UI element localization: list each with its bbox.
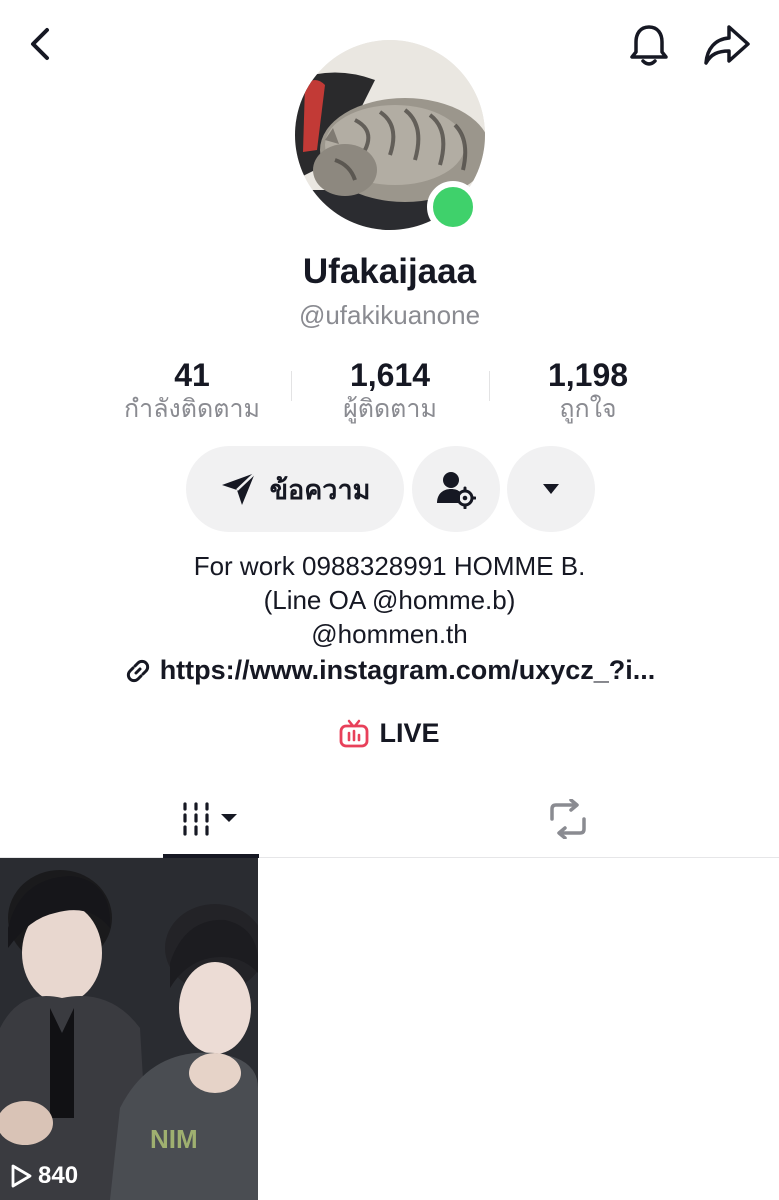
play-icon: [11, 1164, 32, 1188]
share-button[interactable]: [700, 20, 754, 70]
video-views: 840: [38, 1162, 79, 1189]
caret-down-icon: [221, 813, 237, 822]
video-thumbnail[interactable]: NIM 840: [0, 858, 258, 1200]
more-options-button[interactable]: [507, 446, 595, 532]
display-name: Ufakaijaaa: [302, 252, 477, 291]
link-icon: [126, 659, 149, 682]
caret-down-icon: [543, 484, 559, 494]
repost-icon: [550, 798, 586, 839]
friend-settings-button[interactable]: [412, 446, 500, 532]
stat-followers[interactable]: 1,614 ผู้ติดตาม: [290, 356, 490, 424]
send-icon: [221, 472, 256, 505]
notifications-button[interactable]: [624, 20, 674, 70]
friend-settings-icon: [437, 472, 476, 509]
stat-likes[interactable]: 1,198 ถูกใจ: [488, 356, 688, 424]
online-status-indicator: [427, 181, 479, 233]
stat-following-label: กำลังติดตาม: [124, 395, 260, 423]
live-entry[interactable]: LIVE: [0, 718, 779, 749]
username-handle: @ufakikuanone: [298, 300, 481, 330]
live-tv-icon: [340, 719, 369, 747]
tab-reposts[interactable]: [520, 780, 616, 857]
message-button-label: ข้อความ: [269, 474, 371, 505]
bio-line[interactable]: @hommen.th: [0, 617, 779, 651]
stat-following[interactable]: 41 กำลังติดตาม: [92, 356, 292, 424]
profile-link[interactable]: https://www.instagram.com/uxycz_?i...: [0, 655, 779, 686]
bio-line: For work 0988328991 HOMME B.: [193, 551, 586, 581]
live-label: LIVE: [379, 718, 440, 748]
bio-line: (Line OA @homme.b): [263, 585, 516, 615]
back-icon: [31, 28, 49, 60]
bell-icon: [630, 25, 668, 66]
videos-grid-icon: [183, 801, 237, 836]
stat-followers-label: ผู้ติดตาม: [343, 395, 437, 423]
profile-link-text: https://www.instagram.com/uxycz_?i...: [159, 655, 656, 685]
stat-following-value: 41: [174, 357, 210, 393]
stat-likes-label: ถูกใจ: [559, 395, 617, 423]
svg-text:NIM: NIM: [150, 1124, 198, 1154]
profile-actions: ข้อความ: [0, 446, 779, 532]
stat-likes-value: 1,198: [547, 357, 629, 393]
message-button[interactable]: ข้อความ: [186, 446, 404, 532]
video-thumbnail-image: NIM: [0, 858, 258, 1200]
share-icon: [704, 25, 750, 65]
profile-bio: For work 0988328991 HOMME B. (Line OA @h…: [0, 549, 779, 651]
stat-followers-value: 1,614: [349, 357, 431, 393]
content-tabs: [0, 780, 779, 858]
tab-videos[interactable]: [163, 780, 259, 857]
video-play-count: 840: [10, 1162, 78, 1190]
back-button[interactable]: [18, 22, 62, 66]
profile-stats: 41 กำลังติดตาม 1,614 ผู้ติดตาม 1,198 ถูก…: [0, 356, 779, 426]
